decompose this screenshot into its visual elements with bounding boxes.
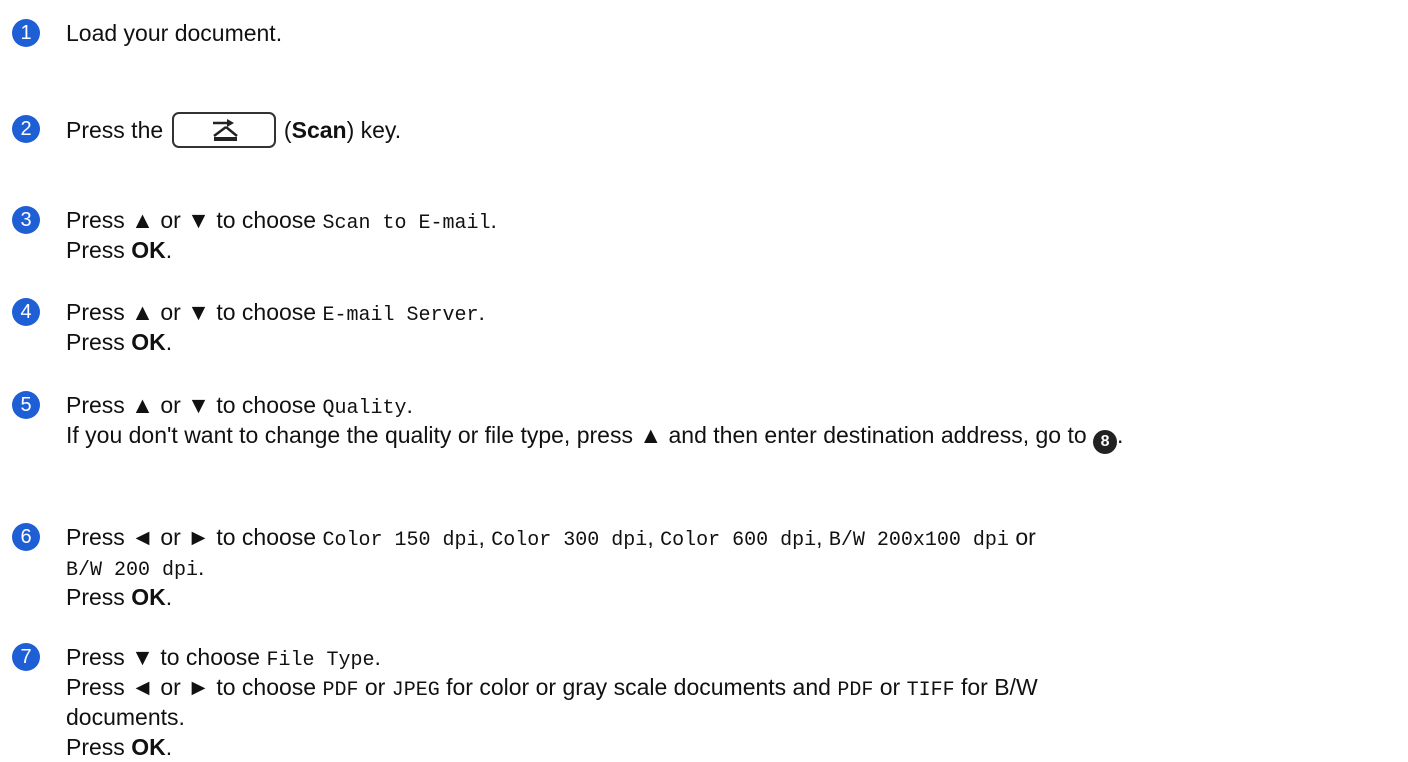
lcd-option: E-mail Server	[322, 304, 479, 327]
instruction-text: ,	[816, 524, 829, 550]
step-text-line: Press OK.	[66, 235, 172, 265]
step-text-line: Load your document.	[66, 18, 282, 48]
step-text-line: Press OK.	[66, 582, 172, 612]
step-text-line: Press ▲ or ▼ to choose E-mail Server.	[66, 297, 485, 331]
lcd-option: Scan to E-mail	[322, 212, 491, 235]
instruction-text: Press ◄ or ► to choose	[66, 524, 323, 550]
instruction-text: for B/W	[954, 674, 1038, 700]
lcd-option: Color 150 dpi	[322, 529, 479, 552]
lcd-option: File Type	[266, 649, 375, 672]
instruction-text: Press	[66, 329, 132, 355]
lcd-option: Color 300 dpi	[491, 529, 648, 552]
step-text-line: Press ▼ to choose File Type.	[66, 642, 381, 676]
instruction-text: Press ▲ or ▼ to choose	[66, 299, 323, 325]
instruction-text: Press ▲ or ▼ to choose	[66, 207, 323, 233]
step-number-circle-icon: 6	[12, 523, 40, 551]
step-text-line: Press ▲ or ▼ to choose Scan to E-mail.	[66, 205, 497, 239]
key-name: OK	[131, 734, 166, 760]
instruction-text: .	[1117, 422, 1124, 448]
instruction-text: or	[873, 674, 907, 700]
instruction-text: .	[165, 734, 173, 760]
step-text-line: Press the (Scan) key.	[66, 112, 402, 150]
step-text-line: Press ◄ or ► to choose PDF or JPEG for c…	[66, 672, 1038, 706]
key-name: Scan	[291, 117, 347, 144]
step-text-line: B/W 200 dpi.	[66, 552, 204, 586]
step-reference-circle-icon: 8	[1093, 430, 1118, 454]
step-text-line: Press OK.	[66, 327, 172, 357]
instruction-text: Press	[66, 584, 132, 610]
lcd-option: Color 600 dpi	[660, 529, 817, 552]
instruction-text: Press ▲ or ▼ to choose	[66, 392, 323, 418]
key-name: OK	[131, 584, 166, 610]
lcd-option: Quality	[322, 397, 407, 420]
instruction-text: Press ◄ or ► to choose	[66, 674, 323, 700]
instruction-text: .	[406, 392, 413, 418]
key-name: OK	[131, 329, 166, 355]
instruction-text: ,	[647, 524, 661, 550]
step-text-line: documents.	[66, 702, 185, 732]
key-name: OK	[131, 237, 166, 263]
step-number-circle-icon: 2	[12, 115, 40, 143]
step-text-line: Press ◄ or ► to choose Color 150 dpi, Co…	[66, 522, 1036, 556]
instruction-text: .	[490, 207, 497, 233]
instruction-text: Press	[66, 237, 132, 263]
lcd-option: JPEG	[391, 679, 440, 702]
instruction-text: .	[165, 237, 173, 263]
step-text-line: Press OK.	[66, 732, 172, 762]
instruction-text: Press ▼ to choose	[66, 644, 267, 670]
instruction-text: for color or gray scale documents and	[439, 674, 838, 700]
instruction-text: .	[374, 644, 381, 670]
step-number-circle-icon: 7	[12, 643, 40, 671]
instruction-text: Load your document.	[66, 20, 283, 46]
instruction-text: documents.	[66, 704, 185, 730]
instruction-text: Press	[66, 734, 132, 760]
step-number-circle-icon: 5	[12, 391, 40, 419]
lcd-option: PDF	[837, 679, 874, 702]
step-number-circle-icon: 1	[12, 19, 40, 47]
instruction-text: or	[358, 674, 392, 700]
lcd-option: PDF	[322, 679, 359, 702]
step-number-circle-icon: 4	[12, 298, 40, 326]
instruction-text: ,	[478, 524, 492, 550]
instruction-text: Press the	[66, 117, 170, 144]
lcd-option: B/W 200 dpi	[66, 559, 199, 582]
step-text-line: Press ▲ or ▼ to choose Quality.	[66, 390, 413, 424]
lcd-option: TIFF	[906, 679, 955, 702]
instruction-text: .	[198, 554, 205, 580]
instruction-text: (	[277, 117, 292, 144]
instruction-text: .	[165, 584, 173, 610]
instruction-text: .	[478, 299, 485, 325]
instruction-text: If you don't want to change the quality …	[66, 422, 1094, 448]
instruction-text: or	[1008, 524, 1036, 550]
instruction-text: .	[165, 329, 173, 355]
instruction-text: ) key.	[346, 117, 402, 144]
step-number-circle-icon: 3	[12, 206, 40, 234]
scan-key-icon	[171, 112, 276, 148]
step-text-line: If you don't want to change the quality …	[66, 420, 1123, 454]
lcd-option: B/W 200x100 dpi	[828, 529, 1009, 552]
